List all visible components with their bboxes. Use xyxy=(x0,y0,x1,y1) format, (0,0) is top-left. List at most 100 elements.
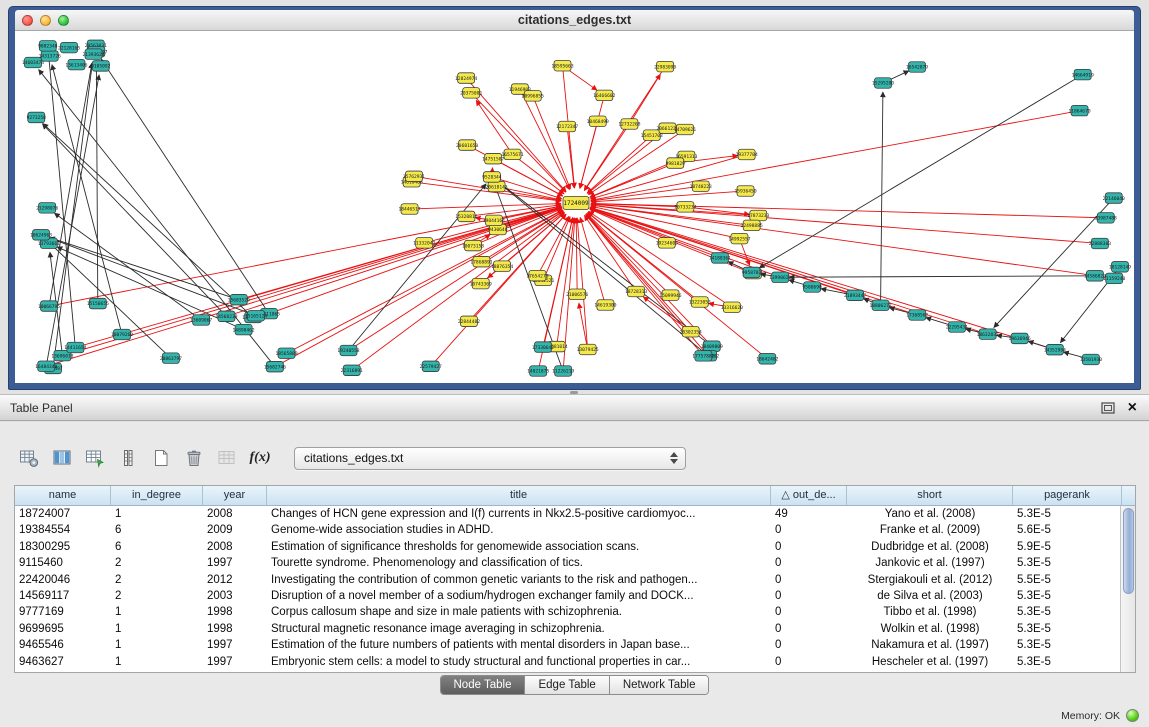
delete-button[interactable] xyxy=(179,444,209,472)
table-row[interactable]: 969969511998Structural magnetic resonanc… xyxy=(15,621,1135,637)
table-row[interactable]: 977716911998Corpus callosum shape and si… xyxy=(15,604,1135,620)
graph-node-label: 9430646 xyxy=(488,227,508,233)
table-cell: Stergiakouli et al. (2012) xyxy=(847,572,1013,588)
graph-edge xyxy=(269,208,562,314)
edit-column-button[interactable] xyxy=(80,444,110,472)
graph-edge xyxy=(476,100,512,154)
graph-node-label: 20302354 xyxy=(680,329,702,335)
table-cell: 9465546 xyxy=(15,637,111,653)
close-panel-icon[interactable]: × xyxy=(1128,402,1137,414)
graph-node-label: 18806272 xyxy=(869,303,891,309)
graph-node-label: 22146040 xyxy=(1103,196,1125,202)
table-cell: 1997 xyxy=(203,654,267,670)
table-cell: 5.3E-5 xyxy=(1013,506,1122,522)
graph-node-label: 14664919 xyxy=(1072,72,1094,78)
graph-node-label: 17368562 xyxy=(906,313,928,319)
status-bar: Memory: OK xyxy=(1061,709,1139,722)
column-header-pagerank[interactable]: pagerank xyxy=(1013,486,1122,505)
table-row[interactable]: 2242004622012Investigating the contribut… xyxy=(15,572,1135,588)
tab-network-table[interactable]: Network Table xyxy=(610,676,709,694)
table-cell: 1 xyxy=(111,654,203,670)
table-cell: Tibbo et al. (1998) xyxy=(847,604,1013,620)
table-cell: Changes of HCN gene expression and I(f) … xyxy=(267,506,771,522)
column-header-title[interactable]: title xyxy=(267,486,771,505)
graph-node-label: 10079260 xyxy=(111,332,133,338)
column-header-out_de[interactable]: △ out_de... xyxy=(771,486,847,505)
disabled-table-button[interactable] xyxy=(212,444,242,472)
table-cell: Yano et al. (2008) xyxy=(847,506,1013,522)
table-panel-header: Table Panel × xyxy=(0,394,1149,421)
column-header-in_degree[interactable]: in_degree xyxy=(111,486,203,505)
table-cell: 2 xyxy=(111,572,203,588)
graph-node-label: 10624963 xyxy=(30,233,52,239)
graph-node-label: 14313726 xyxy=(39,54,61,60)
zoom-button[interactable] xyxy=(58,15,69,26)
graph-node-label: 13079425 xyxy=(577,347,599,353)
table-settings-button[interactable] xyxy=(14,444,44,472)
row-selector-button[interactable] xyxy=(113,444,143,472)
table-cell: 5.3E-5 xyxy=(1013,621,1122,637)
graph-edge xyxy=(49,63,92,306)
graph-node-label: 17873233 xyxy=(747,213,769,219)
table-tabs: Node TableEdge TableNetwork Table xyxy=(440,675,710,695)
graph-node-label: 18565889 xyxy=(275,351,297,357)
graph-node-label: 22888383 xyxy=(1089,241,1111,247)
graph-node-label: 17654270 xyxy=(526,273,548,279)
graph-node-label: 20996855 xyxy=(522,94,544,100)
table-row[interactable]: 946362711997Embryonic stem cells: a mode… xyxy=(15,654,1135,670)
table-row[interactable]: 1830029562008Estimation of significance … xyxy=(15,539,1135,555)
graph-node-label: 13609067 xyxy=(190,318,212,324)
close-button[interactable] xyxy=(22,15,33,26)
graph-node-label: 9958783 xyxy=(742,270,762,276)
table-cell: 0 xyxy=(771,604,847,620)
graph-node-label: 19636946 xyxy=(1009,336,1031,342)
table-selector[interactable]: citations_edges.txt xyxy=(294,447,686,470)
table-cell: 5.3E-5 xyxy=(1013,637,1122,653)
new-document-button[interactable] xyxy=(146,444,176,472)
window-titlebar[interactable]: citations_edges.txt xyxy=(15,10,1134,31)
graph-node-label: 22498885 xyxy=(741,223,763,229)
table-cell: 5.3E-5 xyxy=(1013,604,1122,620)
tab-edge-table[interactable]: Edge Table xyxy=(525,676,609,694)
table-row[interactable]: 1456911722003Disruption of a novel membe… xyxy=(15,588,1135,604)
table-row[interactable]: 911546021997Tourette syndrome. Phenomeno… xyxy=(15,555,1135,571)
table-cell: 1 xyxy=(111,506,203,522)
minimize-button[interactable] xyxy=(40,15,51,26)
network-canvas[interactable]: 1724009207332341787323322498885149925571… xyxy=(15,31,1134,383)
network-svg[interactable]: 1724009207332341787323322498885149925571… xyxy=(15,31,1134,383)
graph-edge xyxy=(50,238,239,300)
table-cell: 5.5E-5 xyxy=(1013,572,1122,588)
column-header-name[interactable]: name xyxy=(15,486,111,505)
graph-node-label: 13223053 xyxy=(689,300,711,306)
table-row[interactable]: 946554611997Estimation of the future num… xyxy=(15,637,1135,653)
table-row[interactable]: 1872400712008Changes of HCN gene express… xyxy=(15,506,1135,522)
scrollbar-thumb[interactable] xyxy=(1123,508,1134,594)
table-cell: 1998 xyxy=(203,604,267,620)
table-cell: Wolkin et al. (1998) xyxy=(847,621,1013,637)
graph-edge xyxy=(520,89,570,189)
graph-node-label: 15936450 xyxy=(734,189,756,195)
show-columns-button[interactable] xyxy=(47,444,77,472)
tab-node-table[interactable]: Node Table xyxy=(441,676,526,694)
table-row[interactable]: 1938455462009Genome-wide association stu… xyxy=(15,522,1135,538)
new-document-icon xyxy=(151,448,171,468)
function-icon: f(x) xyxy=(250,450,271,466)
function-builder-button[interactable]: f(x) xyxy=(245,444,275,472)
table-cell: 6 xyxy=(111,522,203,538)
column-header-year[interactable]: year xyxy=(203,486,267,505)
float-panel-icon[interactable] xyxy=(1101,402,1115,414)
table-cell: 1 xyxy=(111,621,203,637)
table-cell: 1997 xyxy=(203,637,267,653)
column-header-short[interactable]: short xyxy=(847,486,1013,505)
graph-node-label: 15451703 xyxy=(641,133,663,139)
table-cell: Franke et al. (2009) xyxy=(847,522,1013,538)
graph-node-label: 16484340 xyxy=(35,364,57,370)
graph-node-label: 22128165 xyxy=(58,45,80,51)
graph-node-label: 12732268 xyxy=(618,122,640,128)
network-window[interactable]: citations_edges.txt 17240092073323417873… xyxy=(8,6,1141,390)
graph-node-label: 15295280 xyxy=(872,81,894,87)
graph-node-label: 22295431 xyxy=(946,325,968,331)
graph-node-label: 9580690 xyxy=(802,285,822,291)
vertical-scrollbar[interactable] xyxy=(1120,506,1135,672)
table-cell: 14569117 xyxy=(15,588,111,604)
